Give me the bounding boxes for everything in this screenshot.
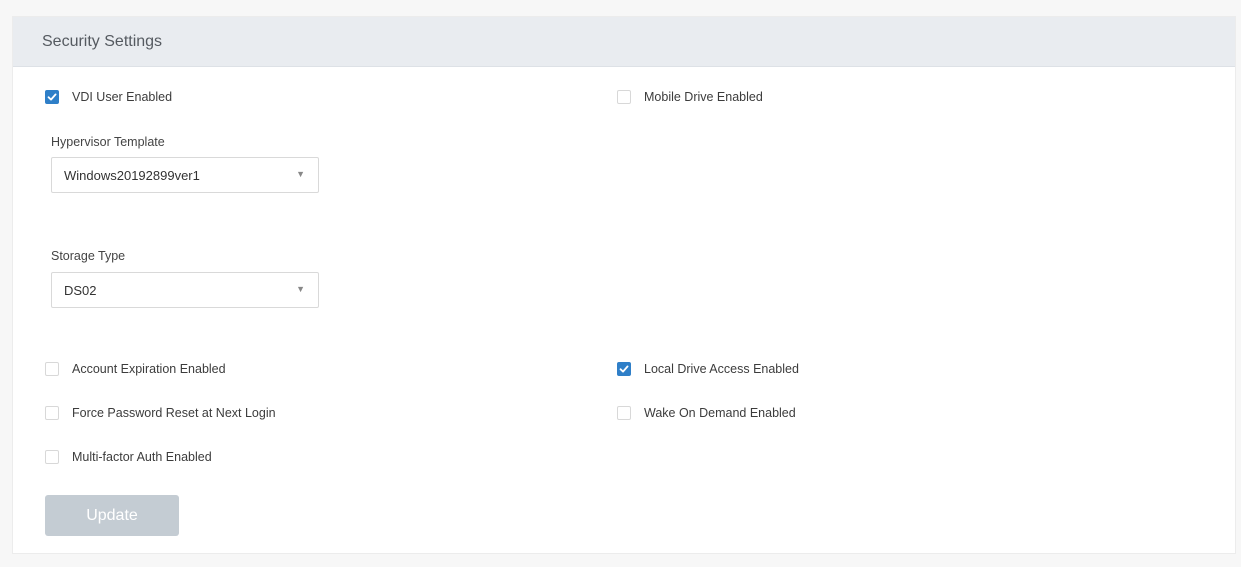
mobile-drive-enabled-checkbox[interactable]: Mobile Drive Enabled xyxy=(617,87,763,107)
multi-factor-auth-enabled-checkbox[interactable]: Multi-factor Auth Enabled xyxy=(45,447,212,467)
checkbox-box[interactable] xyxy=(45,406,59,420)
mobile-drive-enabled-label: Mobile Drive Enabled xyxy=(644,90,763,104)
account-expiration-enabled-label: Account Expiration Enabled xyxy=(72,362,226,376)
checkbox-box[interactable] xyxy=(617,406,631,420)
force-password-reset-checkbox[interactable]: Force Password Reset at Next Login xyxy=(45,403,276,423)
wake-on-demand-enabled-checkbox[interactable]: Wake On Demand Enabled xyxy=(617,403,796,423)
panel-header: Security Settings xyxy=(13,17,1235,67)
storage-type-select[interactable]: DS02 ▼ xyxy=(51,272,319,308)
wake-on-demand-enabled-label: Wake On Demand Enabled xyxy=(644,406,796,420)
storage-type-label: Storage Type xyxy=(51,249,126,263)
checkbox-box[interactable] xyxy=(45,450,59,464)
checkbox-box[interactable] xyxy=(617,362,631,376)
local-drive-access-enabled-checkbox[interactable]: Local Drive Access Enabled xyxy=(617,359,799,379)
update-button[interactable]: Update xyxy=(45,495,179,536)
checkbox-box[interactable] xyxy=(617,90,631,104)
caret-down-icon: ▼ xyxy=(296,284,305,294)
hypervisor-template-select[interactable]: Windows20192899ver1 ▼ xyxy=(51,157,319,193)
force-password-reset-label: Force Password Reset at Next Login xyxy=(72,406,276,420)
check-icon xyxy=(47,93,57,101)
panel-title: Security Settings xyxy=(42,33,163,50)
security-settings-panel: Security Settings VDI User Enabled Mobil… xyxy=(12,16,1236,554)
caret-down-icon: ▼ xyxy=(296,169,305,179)
checkbox-box[interactable] xyxy=(45,362,59,376)
vdi-user-enabled-checkbox[interactable]: VDI User Enabled xyxy=(45,87,172,107)
hypervisor-template-label: Hypervisor Template xyxy=(51,135,165,149)
vdi-user-enabled-label: VDI User Enabled xyxy=(72,90,173,104)
check-icon xyxy=(619,365,629,373)
local-drive-access-enabled-label: Local Drive Access Enabled xyxy=(644,362,799,376)
account-expiration-enabled-checkbox[interactable]: Account Expiration Enabled xyxy=(45,359,226,379)
storage-type-value: DS02 xyxy=(64,282,97,298)
multi-factor-auth-enabled-label: Multi-factor Auth Enabled xyxy=(72,450,212,464)
checkbox-box[interactable] xyxy=(45,90,59,104)
hypervisor-template-value: Windows20192899ver1 xyxy=(64,167,200,183)
